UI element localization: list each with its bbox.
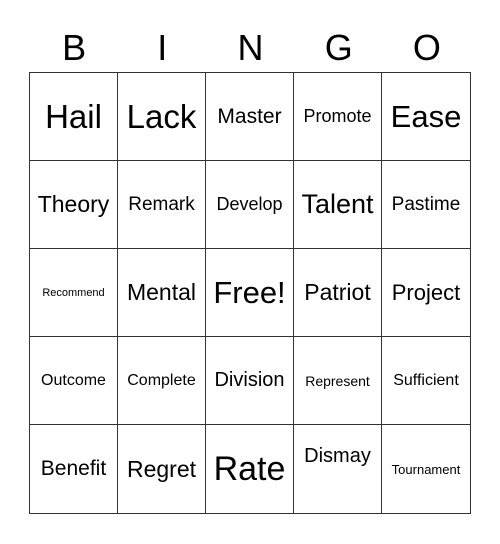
bingo-cell[interactable]: Talent	[294, 161, 382, 249]
bingo-cell[interactable]: Division	[206, 337, 294, 425]
bingo-cell[interactable]: Complete	[118, 337, 206, 425]
bingo-cell[interactable]: Remark	[118, 161, 206, 249]
bingo-cell[interactable]: Patriot	[294, 249, 382, 337]
bingo-cell[interactable]: Develop	[206, 161, 294, 249]
bingo-header: B I N G O	[30, 26, 471, 70]
bingo-cell[interactable]: Outcome	[30, 337, 118, 425]
bingo-cell[interactable]: Tournament	[382, 425, 470, 513]
bingo-cell[interactable]: Ease	[382, 73, 470, 161]
header-letter-g: G	[324, 27, 353, 68]
bingo-cell[interactable]: Lack	[118, 73, 206, 161]
bingo-cell[interactable]: Recommend	[30, 249, 118, 337]
bingo-cell[interactable]: Represent	[294, 337, 382, 425]
bingo-cell[interactable]: Project	[382, 249, 470, 337]
bingo-cell[interactable]: Regret	[118, 425, 206, 513]
header-letter-n: N	[237, 27, 264, 68]
free-space-cell[interactable]: Free!	[206, 249, 294, 337]
bingo-cell[interactable]: Rate	[206, 425, 294, 513]
bingo-cell[interactable]: Master	[206, 73, 294, 161]
bingo-cell[interactable]: Promote	[294, 73, 382, 161]
header-letter-i: I	[157, 27, 168, 68]
bingo-cell[interactable]: Pastime	[382, 161, 470, 249]
bingo-grid: Hail Lack Master Promote Ease Theory Rem…	[29, 72, 471, 514]
bingo-cell[interactable]: Dismay	[294, 425, 382, 513]
bingo-cell[interactable]: Mental	[118, 249, 206, 337]
header-letter-o: O	[412, 27, 441, 68]
bingo-cell[interactable]: Sufficient	[382, 337, 470, 425]
header-letter-b: B	[62, 27, 87, 68]
bingo-cell[interactable]: Theory	[30, 161, 118, 249]
bingo-cell[interactable]: Benefit	[30, 425, 118, 513]
bingo-cell[interactable]: Hail	[30, 73, 118, 161]
